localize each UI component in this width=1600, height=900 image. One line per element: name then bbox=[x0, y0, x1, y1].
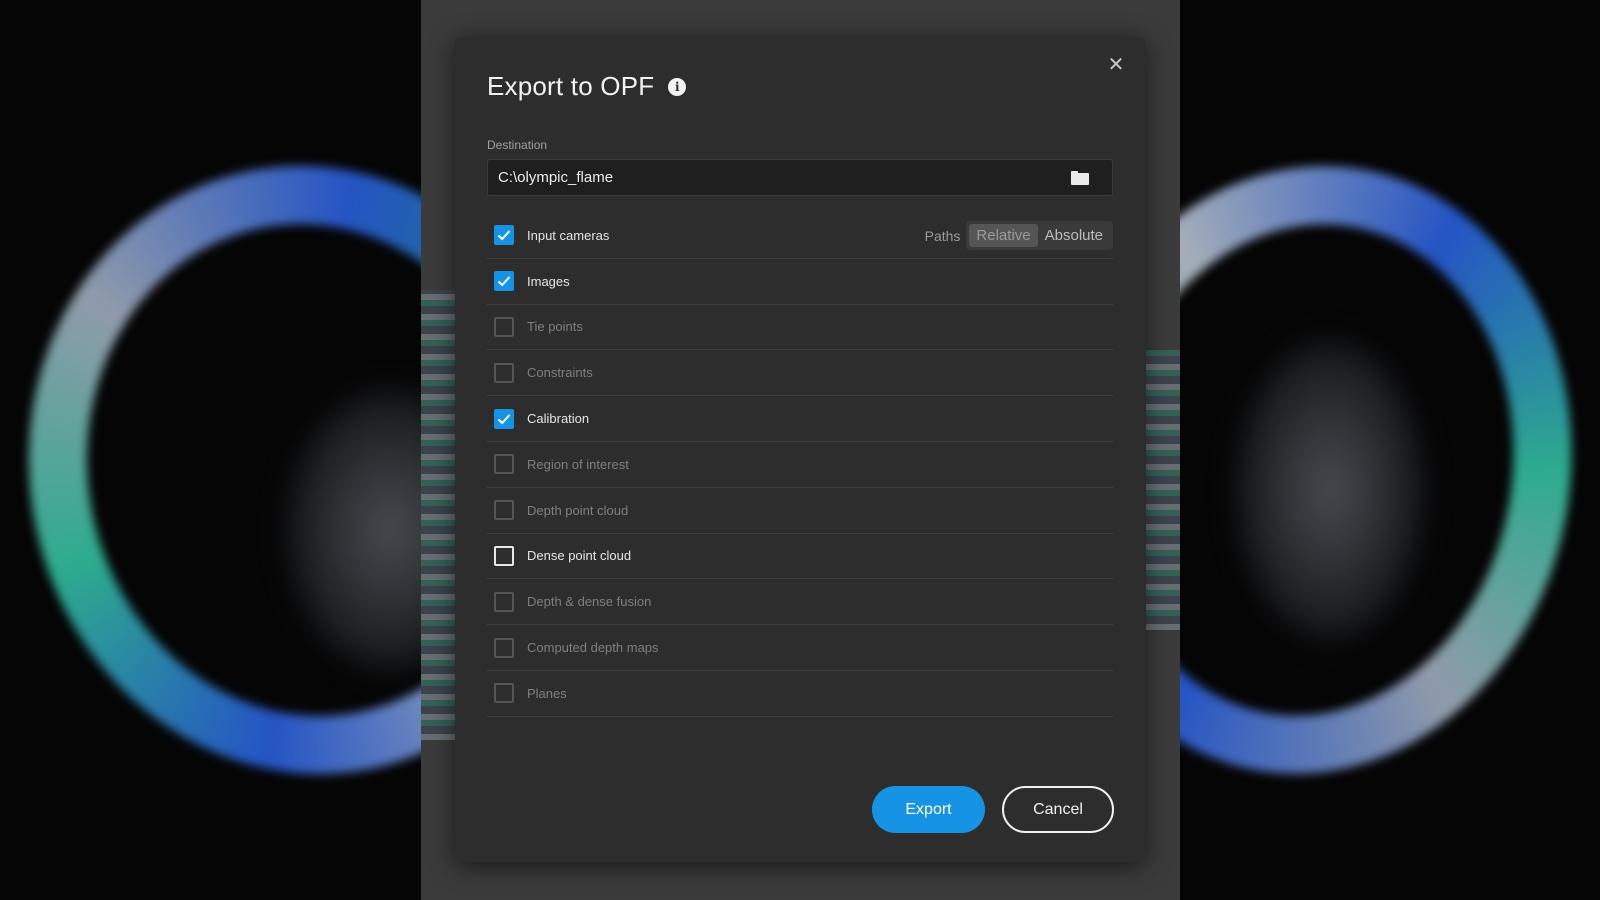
paths-option-relative[interactable]: Relative bbox=[969, 224, 1038, 247]
option-label: Images bbox=[527, 273, 570, 289]
option-label: Tie points bbox=[527, 319, 583, 335]
export-opf-dialog: Export to OPF i ✕ Destination C:\olympic… bbox=[455, 37, 1145, 862]
checkbox-calibration[interactable] bbox=[494, 408, 514, 429]
folder-icon-body bbox=[1071, 173, 1089, 185]
paths-toggle: Paths Relative Absolute bbox=[925, 221, 1113, 250]
checkbox-planes[interactable] bbox=[494, 683, 514, 704]
option-label: Planes bbox=[527, 685, 567, 701]
dialog-header: Export to OPF i bbox=[487, 71, 687, 102]
destination-input[interactable]: C:\olympic_flame bbox=[487, 159, 1113, 196]
option-images: Images bbox=[487, 259, 1113, 305]
point-cloud-strip-left bbox=[421, 290, 455, 740]
option-label: Depth point cloud bbox=[527, 502, 629, 518]
export-button[interactable]: Export bbox=[872, 786, 985, 833]
destination-label: Destination bbox=[487, 138, 548, 152]
option-label: Input cameras bbox=[527, 227, 610, 243]
option-computed-depth-maps: Computed depth maps bbox=[487, 625, 1113, 671]
paths-label: Paths bbox=[924, 227, 961, 244]
option-tie-points: Tie points bbox=[487, 305, 1113, 351]
checkbox-images[interactable] bbox=[494, 271, 514, 292]
checkbox-tie-points[interactable] bbox=[494, 316, 514, 337]
cancel-button[interactable]: Cancel bbox=[1002, 786, 1114, 833]
export-options-list: Input cameras Paths Relative Absolute Im… bbox=[487, 213, 1113, 717]
point-cloud-strip-right bbox=[1146, 350, 1180, 630]
option-constraints: Constraints bbox=[487, 350, 1113, 397]
checkbox-depth-point-cloud[interactable] bbox=[494, 500, 514, 521]
option-label: Constraints bbox=[527, 365, 593, 381]
paths-option-absolute[interactable]: Absolute bbox=[1038, 224, 1110, 247]
option-label: Region of interest bbox=[527, 456, 629, 472]
point-cloud-core-right bbox=[1230, 330, 1430, 650]
checkbox-depth-dense-fusion[interactable] bbox=[494, 591, 514, 612]
close-icon[interactable]: ✕ bbox=[1105, 53, 1127, 76]
option-label: Dense point cloud bbox=[527, 548, 632, 564]
checkbox-constraints[interactable] bbox=[494, 362, 514, 383]
checkbox-input-cameras[interactable] bbox=[494, 225, 514, 246]
option-depth-point-cloud: Depth point cloud bbox=[487, 488, 1113, 534]
checkbox-region-of-interest[interactable] bbox=[494, 454, 514, 475]
option-label: Depth & dense fusion bbox=[527, 594, 652, 610]
info-icon[interactable]: i bbox=[668, 77, 687, 96]
dialog-title: Export to OPF bbox=[487, 71, 655, 101]
option-input-cameras: Input cameras Paths Relative Absolute bbox=[487, 213, 1113, 259]
option-depth-dense-fusion: Depth & dense fusion bbox=[487, 579, 1113, 626]
checkbox-computed-depth-maps[interactable] bbox=[494, 637, 514, 658]
checkbox-dense-point-cloud[interactable] bbox=[494, 545, 514, 566]
option-dense-point-cloud: Dense point cloud bbox=[487, 534, 1113, 580]
option-planes: Planes bbox=[487, 671, 1113, 717]
option-calibration: Calibration bbox=[487, 396, 1113, 442]
paths-segmented-control: Relative Absolute bbox=[966, 221, 1113, 250]
folder-icon[interactable] bbox=[1071, 171, 1089, 185]
option-region-of-interest: Region of interest bbox=[487, 442, 1113, 488]
option-label: Computed depth maps bbox=[527, 640, 659, 656]
option-label: Calibration bbox=[527, 411, 590, 427]
